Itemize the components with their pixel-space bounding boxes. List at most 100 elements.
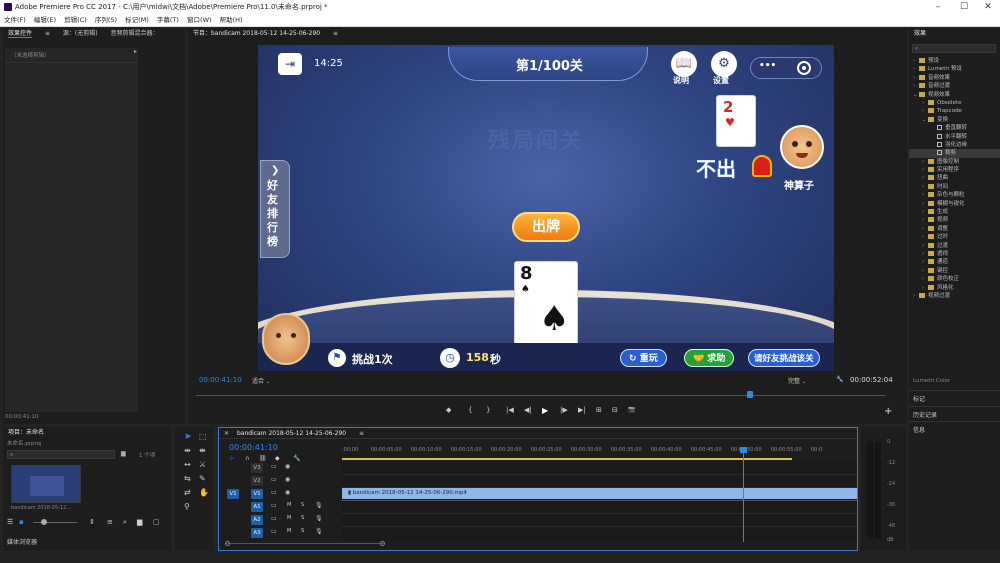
export-frame-icon[interactable]: 📷 [628, 406, 635, 413]
project-search-input[interactable]: ⌕ [7, 450, 115, 459]
go-to-in-icon[interactable]: |◀ [506, 406, 514, 414]
extract-icon[interactable]: ⊟ [612, 406, 618, 414]
linked-selection-icon[interactable]: ⛓ [259, 455, 267, 462]
rate-stretch-tool-icon[interactable]: ↔ [184, 460, 191, 469]
effect-tree-item[interactable]: 羽化边缘 [909, 141, 1000, 149]
quality-select[interactable]: 完整 ⌄ [788, 376, 828, 385]
timeline-menu-icon[interactable]: ≡ [359, 430, 364, 437]
snap-icon[interactable]: ∩ [245, 455, 249, 462]
solo-button[interactable]: S [301, 528, 304, 534]
effect-tree-item[interactable]: › 键控 [909, 267, 1000, 275]
effect-tree-item[interactable]: 水平翻转 [909, 133, 1000, 141]
icon-view-icon[interactable]: ▪ [19, 518, 24, 526]
add-marker-timeline-icon[interactable]: ◆ [275, 455, 280, 462]
effect-tree-item[interactable]: › 时间 [909, 183, 1000, 191]
panel-menu-icon[interactable]: ≡ [45, 30, 50, 37]
program-scrubber[interactable] [196, 389, 886, 399]
effect-tree-item[interactable]: › 视频 [909, 216, 1000, 224]
hand-tool-icon[interactable]: ✋ [199, 488, 209, 497]
button-editor-add-icon[interactable]: + [884, 406, 892, 417]
program-timecode[interactable]: 00:00:41:10 [199, 376, 242, 384]
playhead-handle[interactable] [740, 447, 747, 453]
menu-help[interactable]: 帮助(H) [220, 16, 243, 24]
track-target-a1[interactable]: A1 [251, 502, 263, 512]
work-area-bar[interactable] [342, 458, 792, 460]
play-triangle-icon[interactable]: ▸ [134, 48, 137, 55]
razor-tool-icon[interactable]: ⚔ [199, 460, 206, 469]
mute-button[interactable]: M [287, 515, 291, 521]
track-area[interactable]: ▮ bandicam 2018-05-12 14-25-06-290.mp4 [342, 447, 857, 542]
new-item-icon[interactable]: ▢ [153, 518, 160, 526]
sync-lock-icon[interactable]: ▭ [271, 476, 277, 483]
program-menu-icon[interactable]: ≡ [333, 30, 338, 37]
automate-icon[interactable]: ≡ [107, 518, 113, 526]
effect-tree-item[interactable]: › 过渡 [909, 242, 1000, 250]
selection-tool-icon[interactable]: ➤ [184, 432, 192, 442]
track-target-v3[interactable]: V3 [251, 463, 263, 473]
effect-tree-item[interactable]: 裁剪 [909, 149, 1000, 158]
menu-marker[interactable]: 标记(M) [125, 16, 149, 24]
sync-lock-icon[interactable]: ▭ [271, 489, 277, 496]
effect-tree-item[interactable]: ⌄ 变换 [909, 116, 1000, 124]
menu-file[interactable]: 文件(F) [4, 16, 26, 24]
sync-lock-icon[interactable]: ▭ [271, 528, 277, 535]
timeline-settings-icon[interactable]: 🔧 [293, 455, 300, 462]
media-browser-tab[interactable]: 媒体浏览器 [7, 537, 37, 546]
close-button[interactable]: ✕ [976, 0, 1000, 14]
rolling-edit-tool-icon[interactable]: ⇼ [199, 446, 206, 455]
timeline-scrollbar[interactable] [225, 541, 385, 546]
lift-icon[interactable]: ⊞ [596, 406, 602, 414]
effect-tree-item[interactable]: › 模糊与锐化 [909, 200, 1000, 208]
effect-tree-item[interactable]: 垂直翻转 [909, 124, 1000, 132]
tab-effect-controls[interactable]: 效果控件 [8, 30, 33, 38]
play-icon[interactable]: ▶ [542, 406, 548, 415]
effect-tree-item[interactable]: › Trapcode [909, 107, 1000, 115]
effect-tree-item[interactable]: › 调整 [909, 225, 1000, 233]
program-playhead[interactable] [747, 391, 753, 398]
effect-tree-item[interactable]: › 透视 [909, 250, 1000, 258]
mark-out-icon[interactable]: } [486, 406, 490, 414]
tab-program[interactable]: 节目：bandicam 2018-05-12 14-25-06-290 [193, 30, 320, 37]
source-patch-v1[interactable]: V1 [227, 489, 239, 499]
effect-tree-item[interactable]: › 音频效果 [909, 74, 1000, 82]
zoom-tool-icon[interactable]: ⚲ [184, 502, 190, 511]
mark-in-icon[interactable]: { [468, 406, 472, 414]
effect-tree-item[interactable]: › 生成 [909, 208, 1000, 216]
eye-icon[interactable]: ◉ [285, 463, 290, 470]
new-bin-icon-bottom[interactable]: ▆ [137, 518, 142, 526]
wrench-icon[interactable]: 🔧 [836, 376, 843, 383]
close-sequence-icon[interactable]: ✕ [224, 430, 229, 437]
track-target-a3[interactable]: A3 [251, 528, 263, 538]
nest-icon[interactable]: ⊹ [229, 455, 234, 462]
effect-tree-item[interactable]: › 风格化 [909, 284, 1000, 292]
eye-icon[interactable]: ◉ [285, 476, 290, 483]
scroll-handle-right[interactable] [380, 541, 385, 546]
history-tab[interactable]: 历史记录 [913, 410, 937, 419]
timeline-timecode[interactable]: 00:00:41:10 [229, 443, 278, 452]
track-target-v1[interactable]: V1 [251, 489, 263, 499]
effect-tree-item[interactable]: › 预设 [909, 57, 1000, 65]
solo-button[interactable]: S [301, 515, 304, 521]
menu-sequence[interactable]: 序列(S) [95, 16, 117, 24]
effect-tree-item[interactable]: › 音频过渡 [909, 82, 1000, 90]
menu-window[interactable]: 窗口(W) [187, 16, 212, 24]
effect-tree-item[interactable]: ⌄ 视频效果 [909, 91, 1000, 99]
effect-tree-item[interactable]: › Lumetri 预设 [909, 65, 1000, 73]
effect-tree-item[interactable]: › 通道 [909, 258, 1000, 266]
solo-button[interactable]: S [301, 502, 304, 508]
mute-button[interactable]: M [287, 528, 291, 534]
zoom-slider-handle[interactable] [41, 519, 47, 525]
eye-icon[interactable]: ◉ [285, 489, 290, 496]
timeline-playhead[interactable] [740, 447, 747, 542]
effect-tree-item[interactable]: › 实用程序 [909, 166, 1000, 174]
microphone-icon[interactable]: 🎙 [315, 502, 323, 509]
scroll-handle-left[interactable] [225, 541, 230, 546]
tab-source[interactable]: 源：(无剪辑) [63, 30, 98, 37]
effect-tree-item[interactable]: › 过时 [909, 233, 1000, 241]
effect-tree-item[interactable]: › 杂色与颗粒 [909, 191, 1000, 199]
effect-tree-item[interactable]: › 扭曲 [909, 174, 1000, 182]
tab-audio-clip-mixer[interactable]: 音频剪辑混合器： [111, 30, 159, 37]
list-view-icon[interactable]: ☰ [7, 518, 13, 526]
sort-icon[interactable]: ⇕ [89, 518, 95, 526]
add-marker-icon[interactable]: ◆ [446, 406, 451, 414]
